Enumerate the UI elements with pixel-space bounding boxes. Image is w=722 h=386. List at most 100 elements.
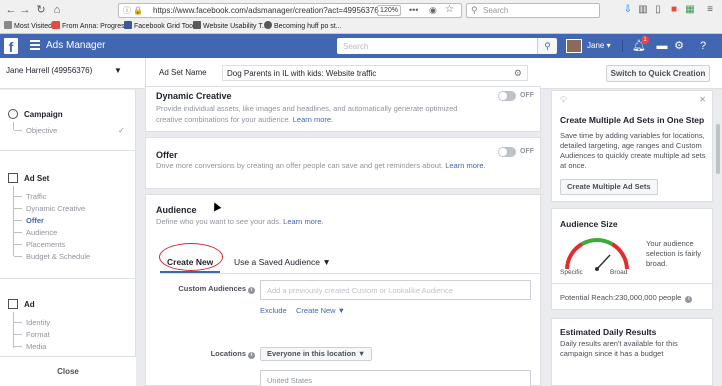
browser-search-box[interactable]: ⚲ Search — [466, 3, 600, 18]
sidebar-item-audience[interactable]: Audience — [26, 228, 57, 237]
offer-toggle[interactable] — [498, 147, 516, 157]
account-selector[interactable]: Jane Harrell (49956376) ▼ — [6, 66, 126, 81]
tree-tick — [14, 220, 22, 221]
toggle-off-label: OFF — [520, 148, 534, 155]
tree-line — [13, 312, 14, 348]
custom-audiences-input[interactable]: Add a previously created Custom or Looka… — [260, 280, 531, 300]
help-icon[interactable]: ? — [696, 39, 710, 53]
address-bar[interactable]: ⓘ 🔒 https://www.facebook.com/adsmanager/… — [118, 3, 462, 18]
ads-search-input[interactable]: Search — [337, 38, 541, 54]
extension-grid-icon[interactable]: ▦ — [684, 4, 696, 16]
avatar[interactable] — [566, 39, 582, 53]
audience-size-text: Your audience selection is fairly broad. — [646, 239, 702, 268]
exclude-link[interactable]: Exclude — [260, 306, 287, 315]
search-icon[interactable]: ⚲ — [537, 38, 557, 54]
sidebar-item-budget-schedule[interactable]: Budget & Schedule — [26, 252, 90, 261]
sidebar-item-traffic[interactable]: Traffic — [26, 192, 46, 201]
sidebar-section-campaign[interactable]: Campaign — [24, 110, 63, 119]
facebook-logo-icon[interactable]: f — [4, 38, 18, 55]
divider — [552, 283, 714, 284]
gear-icon[interactable]: ⚙ — [672, 39, 686, 53]
tree-tick — [14, 334, 22, 335]
location-type-select[interactable]: Everyone in this location ▼ — [260, 347, 373, 361]
bookmark-item[interactable]: Most Visited — [4, 21, 52, 30]
sidebar-item-objective[interactable]: Objective — [26, 126, 57, 135]
bookmark-item[interactable]: Facebook Grid Tool — [124, 21, 195, 30]
tree-tick — [14, 208, 22, 209]
sidebar-section-ad[interactable]: Ad — [24, 300, 35, 309]
ad-set-icon — [8, 173, 18, 183]
extension-icon[interactable]: ■ — [668, 4, 680, 16]
scrollbar-thumb[interactable] — [716, 124, 720, 174]
custom-audiences-label: Custom Audiences i — [165, 284, 255, 294]
learn-more-link[interactable]: Learn more. — [293, 115, 333, 124]
switch-quick-creation-button[interactable]: Switch to Quick Creation — [606, 65, 710, 82]
tree-tick — [14, 196, 22, 197]
info-icon[interactable]: i — [248, 352, 255, 359]
gear-icon[interactable]: ⚙ — [514, 68, 522, 79]
tree-tick — [14, 256, 22, 257]
learn-more-link[interactable]: Learn more. — [283, 217, 323, 226]
url-text: https://www.facebook.com/adsmanager/crea… — [153, 6, 379, 15]
location-list[interactable]: United States — [260, 370, 531, 386]
facebook-top-bar: f Ads Manager Search ⚲ Jane ▾ 🔔︎ 1 ▬ ⚙ ? — [0, 34, 722, 58]
bookmarks-bar: Most Visited From Anna: Progres... Faceb… — [0, 20, 722, 33]
create-multiple-ad-sets-button[interactable]: Create Multiple Ad Sets — [560, 179, 658, 195]
dynamic-creative-toggle[interactable] — [498, 91, 516, 101]
divider — [0, 150, 136, 151]
dynamic-creative-desc: Provide individual assets, like images a… — [156, 104, 458, 124]
sidebar-icon[interactable]: ▯ — [652, 4, 664, 16]
chevron-down-icon: ▼ — [114, 66, 122, 75]
audience-size-card: Audience Size Specific Broad Your audien… — [551, 208, 714, 310]
divider — [0, 278, 136, 279]
sidebar-item-placements[interactable]: Placements — [26, 240, 65, 249]
create-new-link[interactable]: Create New ▼ — [296, 306, 345, 315]
search-icon: ⚲ — [471, 5, 478, 15]
ad-set-name-label: Ad Set Name — [159, 68, 207, 77]
multiple-ad-sets-card: 💡︎ ✕ Create Multiple Ad Sets in One Step… — [551, 90, 713, 202]
bookmark-item[interactable]: From Anna: Progres... — [52, 21, 130, 30]
divider — [622, 40, 623, 52]
close-button[interactable]: Close — [0, 356, 136, 386]
reload-icon[interactable]: ↻ — [34, 3, 48, 17]
menu-icon[interactable]: ≡ — [704, 4, 716, 16]
dynamic-creative-title: Dynamic Creative — [156, 91, 232, 101]
pocket-icon[interactable]: ◉ — [429, 5, 437, 16]
bookmark-star-icon[interactable]: ☆ — [445, 4, 454, 15]
sidebar-item-format[interactable]: Format — [26, 330, 50, 339]
ad-set-header: Jane Harrell (49956376) ▼ Ad Set Name Do… — [0, 58, 722, 89]
creation-sidebar: Campaign Objective ✓ Ad Set Traffic Dyna… — [0, 90, 136, 386]
sidebar-item-offer[interactable]: Offer — [26, 216, 44, 225]
ad-icon — [8, 299, 18, 309]
info-icon[interactable]: i — [685, 296, 693, 303]
tab-saved-audience[interactable]: Use a Saved Audience ▼ — [234, 257, 331, 267]
divider — [160, 273, 541, 274]
home-icon[interactable]: ⌂ — [50, 3, 64, 17]
bookmark-item[interactable]: Becoming huff po st... — [264, 21, 342, 30]
download-icon[interactable]: ⇩ — [622, 4, 634, 16]
bookmark-icon — [52, 21, 60, 29]
bookmark-item[interactable]: Website Usability T... — [193, 21, 268, 30]
offer-desc: Drive more conversions by creating an of… — [156, 161, 486, 170]
hamburger-menu-icon[interactable] — [30, 40, 40, 51]
learn-more-link[interactable]: Learn more. — [445, 161, 485, 170]
dynamic-creative-panel: Dynamic Creative Provide individual asse… — [145, 86, 541, 132]
sidebar-item-identity[interactable]: Identity — [26, 318, 50, 327]
library-icon[interactable]: ▥ — [637, 4, 649, 16]
user-menu[interactable]: Jane ▾ — [587, 41, 611, 50]
account-icon[interactable]: ▬ — [655, 39, 669, 53]
tree-tick — [14, 130, 22, 131]
ad-set-name-input[interactable]: Dog Parents in IL with kids: Website tra… — [222, 65, 528, 81]
close-icon[interactable]: ✕ — [699, 95, 706, 104]
page-actions-icon[interactable]: ••• — [409, 5, 418, 15]
potential-reach: Potential Reach:230,000,000 people i — [560, 293, 693, 303]
sidebar-item-media[interactable]: Media — [26, 342, 46, 351]
sidebar-section-ad-set[interactable]: Ad Set — [24, 174, 49, 183]
site-info-icon[interactable]: ⓘ 🔒 — [123, 5, 143, 16]
sidebar-item-dynamic-creative[interactable]: Dynamic Creative — [26, 204, 85, 213]
zoom-level[interactable]: 120% — [377, 5, 401, 16]
forward-icon[interactable]: → — [18, 3, 32, 17]
back-icon[interactable]: ← — [4, 3, 18, 17]
tab-create-new[interactable]: Create New — [167, 257, 213, 267]
info-icon[interactable]: i — [248, 287, 255, 294]
